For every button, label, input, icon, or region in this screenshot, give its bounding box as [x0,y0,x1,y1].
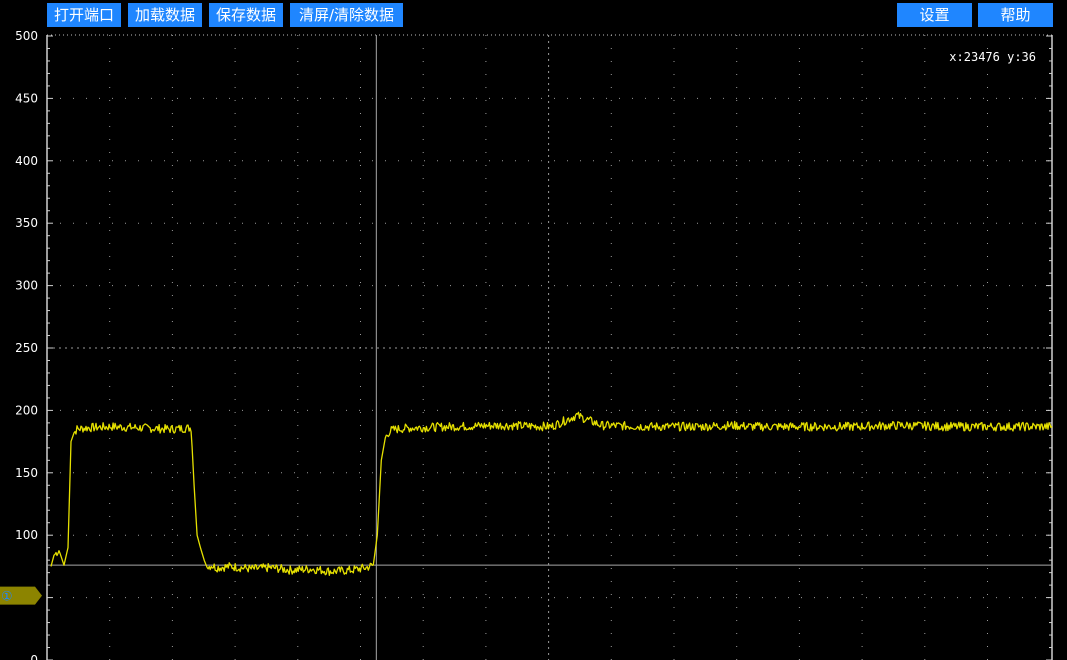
y-tick-label: 0 [30,653,38,660]
oscilloscope-plot[interactable]: 050100150200250300350400450500 ① [0,0,1067,660]
y-tick-label: 100 [15,528,38,542]
plot-grid [47,35,1052,660]
y-tick-label: 400 [15,154,38,168]
y-tick-label: 500 [15,29,38,43]
signal-trace-layer [50,411,1053,576]
y-tick-label: 150 [15,466,38,480]
channel-marker-layer[interactable]: ① [0,586,42,605]
y-tick-label: 300 [15,279,38,293]
y-axis-ticks: 050100150200250300350400450500 [15,29,38,660]
channel-marker-label: ① [1,590,13,605]
y-tick-label: 350 [15,216,38,230]
signal-trace [50,411,1053,576]
y-tick-label: 200 [15,403,38,417]
y-tick-label: 450 [15,91,38,105]
cursor-coordinate-readout: x:23476 y:36 [949,50,1036,64]
y-tick-label: 250 [15,341,38,355]
